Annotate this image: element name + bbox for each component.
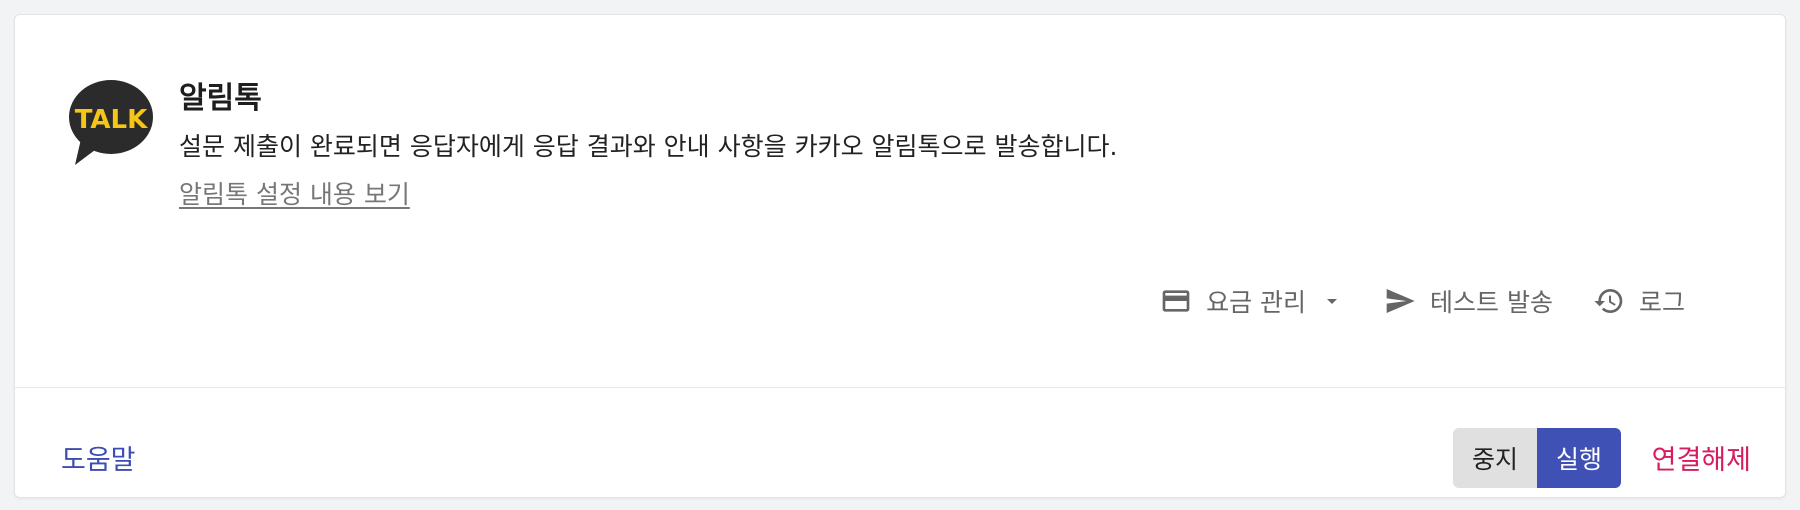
run-stop-toggle: 중지 실행: [1453, 428, 1621, 488]
stop-button[interactable]: 중지: [1453, 428, 1537, 488]
history-icon: [1594, 289, 1623, 313]
help-link[interactable]: 도움말: [61, 438, 136, 477]
caret-down-icon: [1327, 299, 1338, 304]
integration-description: 설문 제출이 완료되면 응답자에게 응답 결과와 안내 사항을 카카오 알림톡으…: [179, 132, 1118, 161]
logo-text: TALK: [75, 105, 148, 135]
integration-title: 알림톡: [179, 81, 262, 116]
disconnect-button[interactable]: 연결해제: [1652, 438, 1751, 477]
log-label: 로그: [1638, 288, 1685, 317]
send-icon: [1386, 289, 1415, 313]
run-button[interactable]: 실행: [1537, 428, 1621, 488]
card-footer: 도움말 중지 실행 연결해제: [15, 388, 1785, 499]
billing-menu-button[interactable]: 요금 관리: [1160, 283, 1344, 319]
credit-card-icon: [1162, 290, 1190, 312]
action-bar: 요금 관리 테스트 발송 로그: [1160, 283, 1685, 319]
test-send-button[interactable]: 테스트 발송: [1384, 283, 1553, 319]
log-button[interactable]: 로그: [1593, 283, 1685, 319]
view-settings-link[interactable]: 알림톡 설정 내용 보기: [179, 175, 410, 211]
card-header: TALK 알림톡 설문 제출이 완료되면 응답자에게 응답 결과와 안내 사항을…: [15, 15, 1785, 387]
kakaotalk-logo-icon: TALK: [69, 80, 153, 165]
integration-card: TALK 알림톡 설문 제출이 완료되면 응답자에게 응답 결과와 안내 사항을…: [14, 14, 1786, 498]
test-send-label: 테스트 발송: [1430, 288, 1553, 317]
billing-label: 요금 관리: [1206, 288, 1307, 317]
